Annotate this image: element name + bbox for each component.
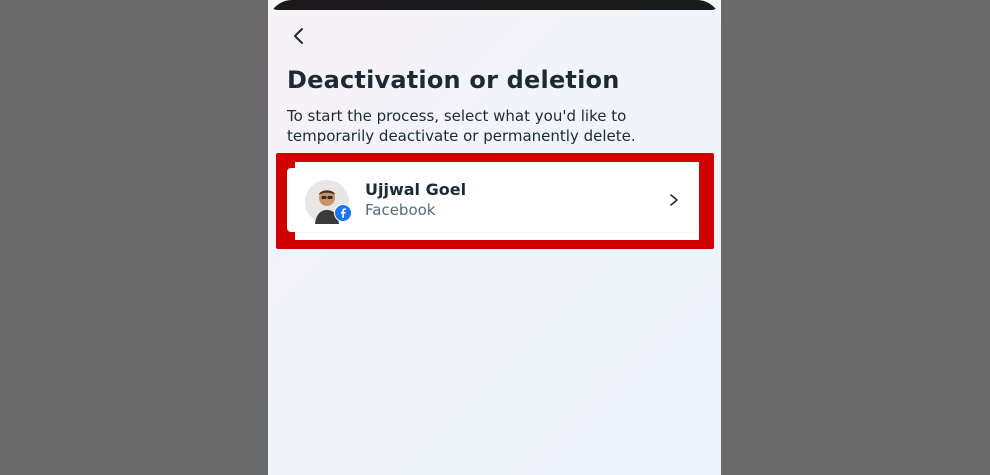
account-platform: Facebook <box>365 201 436 219</box>
account-name: Ujjwal Goel <box>365 180 467 199</box>
account-row-facebook[interactable]: Ujjwal Goel Facebook <box>287 168 697 232</box>
phone-frame: Deactivation or deletion To start the pr… <box>268 0 721 475</box>
page-title: Deactivation or deletion <box>287 66 620 94</box>
avatar <box>305 180 352 224</box>
chevron-right-icon <box>670 194 678 206</box>
facebook-icon <box>335 205 351 221</box>
deactivation-screen: Deactivation or deletion To start the pr… <box>268 0 721 475</box>
facebook-badge <box>334 204 352 222</box>
page-description: To start the process, select what you'd … <box>287 107 636 145</box>
chevron-left-icon <box>294 28 303 44</box>
chevron-right-button[interactable] <box>667 190 681 210</box>
status-bar-notch <box>268 0 721 10</box>
back-button[interactable] <box>285 22 313 50</box>
